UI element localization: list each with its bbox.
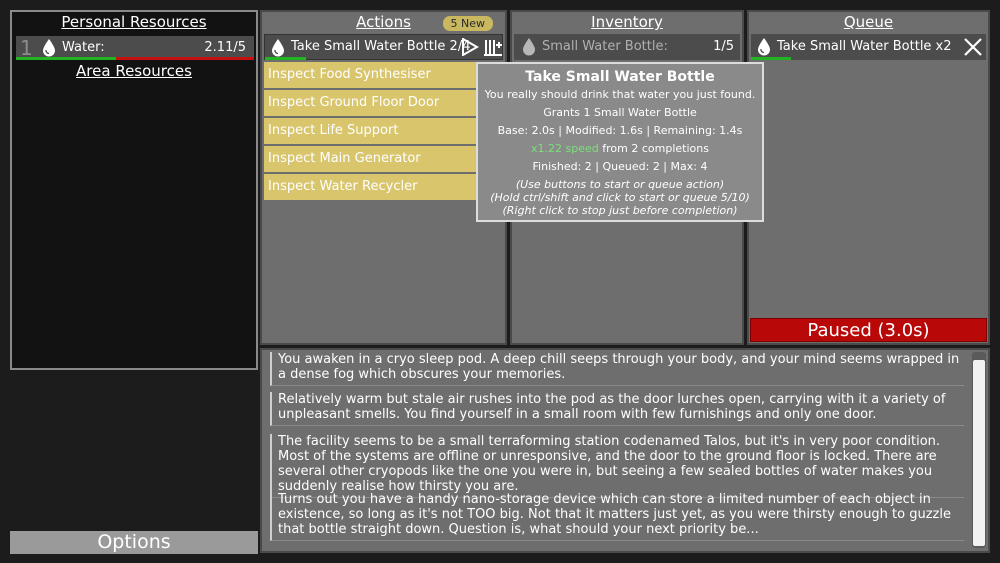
- action-inspect-main-generator[interactable]: Inspect Main Generator: [264, 146, 499, 172]
- tooltip-speed-line: x1.22 speed from 2 completions: [478, 140, 762, 158]
- action-inspect-life-support[interactable]: Inspect Life Support: [264, 118, 499, 144]
- water-drop-icon: [523, 38, 535, 56]
- action-inspect-water-recycler[interactable]: Inspect Water Recycler: [264, 174, 499, 200]
- area-resources-title: Area Resources: [76, 62, 192, 80]
- water-drop-icon: [758, 38, 770, 56]
- inventory-title: Inventory: [591, 13, 663, 31]
- tooltip-speed-suffix: from 2 completions: [598, 142, 709, 155]
- log-entry: The facility seems to be a small terrafo…: [270, 434, 964, 498]
- tooltip-grants: Grants 1 Small Water Bottle: [543, 106, 697, 119]
- inventory-item-small-water-bottle[interactable]: Small Water Bottle: 1/5: [514, 34, 740, 60]
- tooltip-help-modifier: (Hold ctrl/shift and click to start or q…: [490, 191, 750, 204]
- tooltip-help-start: (Use buttons to start or queue action): [515, 178, 725, 191]
- inventory-item-label: Small Water Bottle:: [542, 39, 668, 54]
- queue-progress-bar: [751, 57, 986, 60]
- queue-title: Queue: [843, 13, 894, 31]
- close-icon[interactable]: [962, 36, 984, 58]
- log-entry: Turns out you have a handy nano-storage …: [270, 492, 964, 541]
- queue-panel: Queue Take Small Water Bottle x2 Paused …: [747, 10, 990, 345]
- tooltip-counts: Finished: 2 | Queued: 2 | Max: 4: [532, 160, 708, 173]
- water-drop-icon: [272, 39, 284, 57]
- inventory-item-value: 1/5: [713, 39, 734, 54]
- log-entry: You awaken in a cryo sleep pod. A deep c…: [270, 352, 964, 386]
- tooltip-timing: Base: 2.0s | Modified: 1.6s | Remaining:…: [497, 124, 743, 137]
- story-log[interactable]: You awaken in a cryo sleep pod. A deep c…: [260, 348, 990, 553]
- resource-progress-bar: [16, 57, 254, 60]
- action-progress-fill: [265, 57, 306, 60]
- action-item-label: Inspect Food Synthesiser: [268, 67, 431, 82]
- tooltip-speed: x1.22 speed: [531, 142, 599, 155]
- water-drop-icon: [43, 39, 55, 57]
- action-item-label: Inspect Ground Floor Door: [268, 95, 440, 110]
- personal-resources-panel: Personal Resources 1 Water: 2.11/5 Area …: [10, 10, 258, 370]
- personal-resources-title: Personal Resources: [61, 13, 207, 31]
- log-scrollbar[interactable]: [972, 352, 986, 548]
- action-label: Take Small Water Bottle 2/4: [291, 39, 471, 54]
- action-tooltip: Take Small Water Bottle You really shoul…: [476, 62, 764, 222]
- action-inspect-ground-floor-door[interactable]: Inspect Ground Floor Door: [264, 90, 499, 116]
- options-button[interactable]: Options: [10, 531, 258, 554]
- new-actions-badge[interactable]: 5 New: [442, 16, 493, 31]
- log-scrollbar-thumb[interactable]: [973, 360, 985, 546]
- actions-panel: Actions 5 New Take Small Water Bottle 2/…: [260, 10, 507, 345]
- play-icon[interactable]: [461, 38, 479, 56]
- action-progress-bar: [265, 57, 504, 60]
- queue-paused-status[interactable]: Paused (3.0s): [750, 318, 987, 342]
- action-inspect-food-synthesiser[interactable]: Inspect Food Synthesiser: [264, 62, 499, 88]
- queue-add-icon[interactable]: [483, 37, 503, 57]
- action-item-label: Inspect Main Generator: [268, 151, 421, 166]
- queue-progress-fill: [751, 57, 791, 60]
- resource-progress-fill: [16, 57, 117, 60]
- action-item-label: Inspect Life Support: [268, 123, 399, 138]
- tooltip-title: Take Small Water Bottle: [525, 69, 715, 85]
- action-item-label: Inspect Water Recycler: [268, 179, 418, 194]
- tooltip-help-right-click: (Right click to stop just before complet…: [502, 204, 738, 217]
- tooltip-description: You really should drink that water you j…: [484, 88, 756, 101]
- log-entry: Relatively warm but stale air rushes int…: [270, 392, 964, 426]
